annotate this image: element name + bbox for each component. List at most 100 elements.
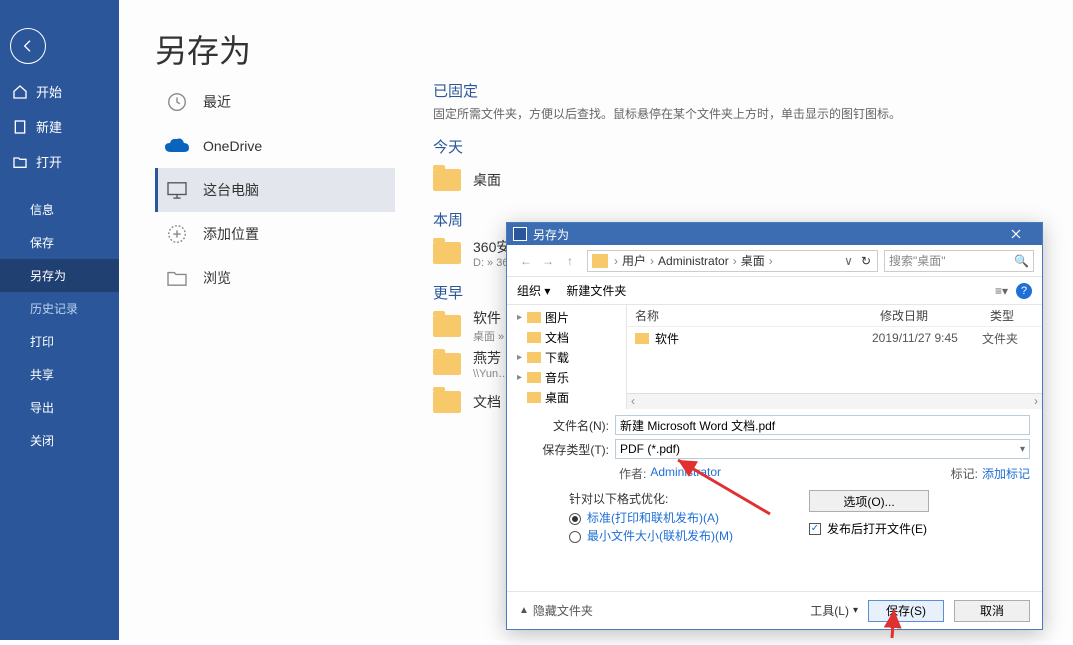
loc-label: 浏览 — [203, 268, 231, 288]
browse-folder-icon — [165, 266, 189, 290]
optimize-standard-radio[interactable]: 标准(打印和联机发布)(A) — [569, 511, 799, 525]
savetype-label: 保存类型(T): — [519, 441, 615, 458]
dialog-title: 另存为 — [533, 226, 569, 243]
nav-up-icon[interactable]: ↑ — [559, 250, 581, 272]
nav-print[interactable]: 打印 — [0, 325, 119, 358]
loc-thispc[interactable]: 这台电脑 — [155, 168, 395, 212]
dialog-toolbar: 组织 ▾ 新建文件夹 ≡▾ ? — [507, 277, 1042, 305]
nav-label: 打印 — [30, 333, 54, 350]
loc-onedrive[interactable]: OneDrive — [155, 124, 395, 168]
pinned-header: 已固定 — [433, 80, 1053, 101]
clock-icon — [165, 90, 189, 114]
nav-label: 关闭 — [30, 432, 54, 449]
radio-icon — [569, 531, 581, 543]
hide-folders-toggle[interactable]: ▲ 隐藏文件夹 — [519, 602, 593, 619]
folder-icon — [433, 315, 461, 337]
nav-label: 打开 — [36, 152, 62, 171]
radio-icon — [569, 513, 581, 525]
author-label: 作者: — [619, 465, 646, 482]
tags-label: 标记: — [951, 465, 978, 482]
nav-export[interactable]: 导出 — [0, 391, 119, 424]
file-list-header[interactable]: 名称 修改日期 类型 — [627, 305, 1042, 327]
newfolder-button[interactable]: 新建文件夹 — [566, 282, 626, 299]
savetype-select[interactable]: PDF (*.pdf) ▾ — [615, 439, 1030, 459]
nav-info[interactable]: 信息 — [0, 193, 119, 226]
nav-history[interactable]: 历史记录 — [0, 292, 119, 325]
tree-item[interactable]: 文档 — [507, 327, 626, 347]
help-icon[interactable]: ? — [1016, 283, 1032, 299]
loc-label: 添加位置 — [203, 224, 259, 244]
dialog-body: ▸图片 文档 ▸下载 ▸音乐 桌面 ▸64WinXP (C:) 名称 修改日期 … — [507, 305, 1042, 409]
pc-icon — [165, 178, 189, 202]
nav-open[interactable]: 打开 — [0, 144, 119, 179]
breadcrumb[interactable]: › 用户› Administrator› 桌面› ∨ ↻ — [587, 250, 878, 272]
close-button[interactable] — [996, 223, 1036, 245]
nav-save[interactable]: 保存 — [0, 226, 119, 259]
folder-icon — [433, 391, 461, 413]
checkbox-icon: ✓ — [809, 523, 821, 535]
nav-new[interactable]: 新建 — [0, 109, 119, 144]
author-value[interactable]: Administrator — [650, 465, 721, 482]
optimize-minsize-radio[interactable]: 最小文件大小(联机发布)(M) — [569, 529, 799, 543]
chevron-down-icon: ▾ — [1020, 444, 1025, 455]
tags-value[interactable]: 添加标记 — [982, 465, 1030, 482]
nav-home[interactable]: 开始 — [0, 74, 119, 109]
folder-icon — [433, 353, 461, 375]
nav-share[interactable]: 共享 — [0, 358, 119, 391]
search-input[interactable]: 搜索"桌面" 🔍 — [884, 250, 1034, 272]
folder-icon — [433, 169, 461, 191]
nav-close[interactable]: 关闭 — [0, 424, 119, 457]
tree-item[interactable]: ▸下载 — [507, 347, 626, 367]
folder-icon — [635, 333, 649, 344]
add-location-icon — [165, 222, 189, 246]
loc-addplace[interactable]: 添加位置 — [155, 212, 395, 256]
cancel-button[interactable]: 取消 — [954, 600, 1030, 622]
nav-fwd-icon[interactable]: → — [537, 250, 559, 272]
nav-label: 另存为 — [30, 267, 66, 284]
group-today: 今天 — [433, 136, 1053, 157]
file-list: 名称 修改日期 类型 软件 2019/11/27 9:45 文件夹 ‹› — [627, 305, 1042, 409]
triangle-up-icon: ▲ — [519, 605, 529, 616]
tree-item[interactable]: ▸图片 — [507, 307, 626, 327]
nav-label: 共享 — [30, 366, 54, 383]
loc-label: 这台电脑 — [203, 180, 259, 200]
nav-back-icon[interactable]: ← — [515, 250, 537, 272]
dialog-footer: ▲ 隐藏文件夹 工具(L)▾ 保存(S) 取消 — [507, 591, 1042, 629]
organize-button[interactable]: 组织 ▾ — [517, 282, 550, 299]
search-icon: 🔍 — [1014, 254, 1029, 268]
dialog-nav: ← → ↑ › 用户› Administrator› 桌面› ∨ ↻ 搜索"桌面… — [507, 245, 1042, 277]
loc-recent[interactable]: 最近 — [155, 80, 395, 124]
folder-entry[interactable]: 桌面 — [433, 161, 1053, 199]
nav-label: 新建 — [36, 117, 62, 136]
filename-input[interactable] — [615, 415, 1030, 435]
nav-label: 历史记录 — [30, 300, 78, 317]
tree-item[interactable]: 桌面 — [507, 387, 626, 407]
loc-browse[interactable]: 浏览 — [155, 256, 395, 300]
options-button[interactable]: 选项(O)... — [809, 490, 929, 512]
location-list: 最近 OneDrive 这台电脑 添加位置 浏览 — [155, 80, 395, 300]
loc-label: 最近 — [203, 92, 231, 112]
word-icon — [513, 227, 527, 241]
save-button[interactable]: 保存(S) — [868, 600, 944, 622]
back-button[interactable] — [10, 28, 46, 64]
h-scrollbar[interactable]: ‹› — [627, 393, 1042, 409]
folder-icon — [592, 254, 608, 268]
tree-item[interactable]: ▸音乐 — [507, 367, 626, 387]
optimize-label: 针对以下格式优化: — [569, 490, 799, 507]
dialog-titlebar[interactable]: 另存为 — [507, 223, 1042, 245]
loc-label: OneDrive — [203, 138, 262, 154]
nav-label: 开始 — [36, 82, 62, 101]
nav-label: 导出 — [30, 399, 54, 416]
pinned-desc: 固定所需文件夹，方便以后查找。鼠标悬停在某个文件夹上方时，单击显示的图钉图标。 — [433, 105, 1053, 122]
file-row[interactable]: 软件 2019/11/27 9:45 文件夹 — [627, 327, 1042, 349]
view-icon[interactable]: ≡▾ — [995, 284, 1008, 298]
openafter-checkbox[interactable]: ✓ 发布后打开文件(E) — [809, 520, 1030, 537]
filename-label: 文件名(N): — [519, 417, 615, 434]
nav-saveas[interactable]: 另存为 — [0, 259, 119, 292]
backstage-sidebar: 开始 新建 打开 信息 保存 另存为 历史记录 打印 共享 导出 关闭 — [0, 0, 119, 640]
folder-tree[interactable]: ▸图片 文档 ▸下载 ▸音乐 桌面 ▸64WinXP (C:) — [507, 305, 627, 409]
tools-menu[interactable]: 工具(L)▾ — [810, 602, 858, 619]
folder-icon — [433, 242, 461, 264]
cloud-icon — [165, 134, 189, 158]
chevron-down-icon: ▾ — [853, 605, 858, 616]
